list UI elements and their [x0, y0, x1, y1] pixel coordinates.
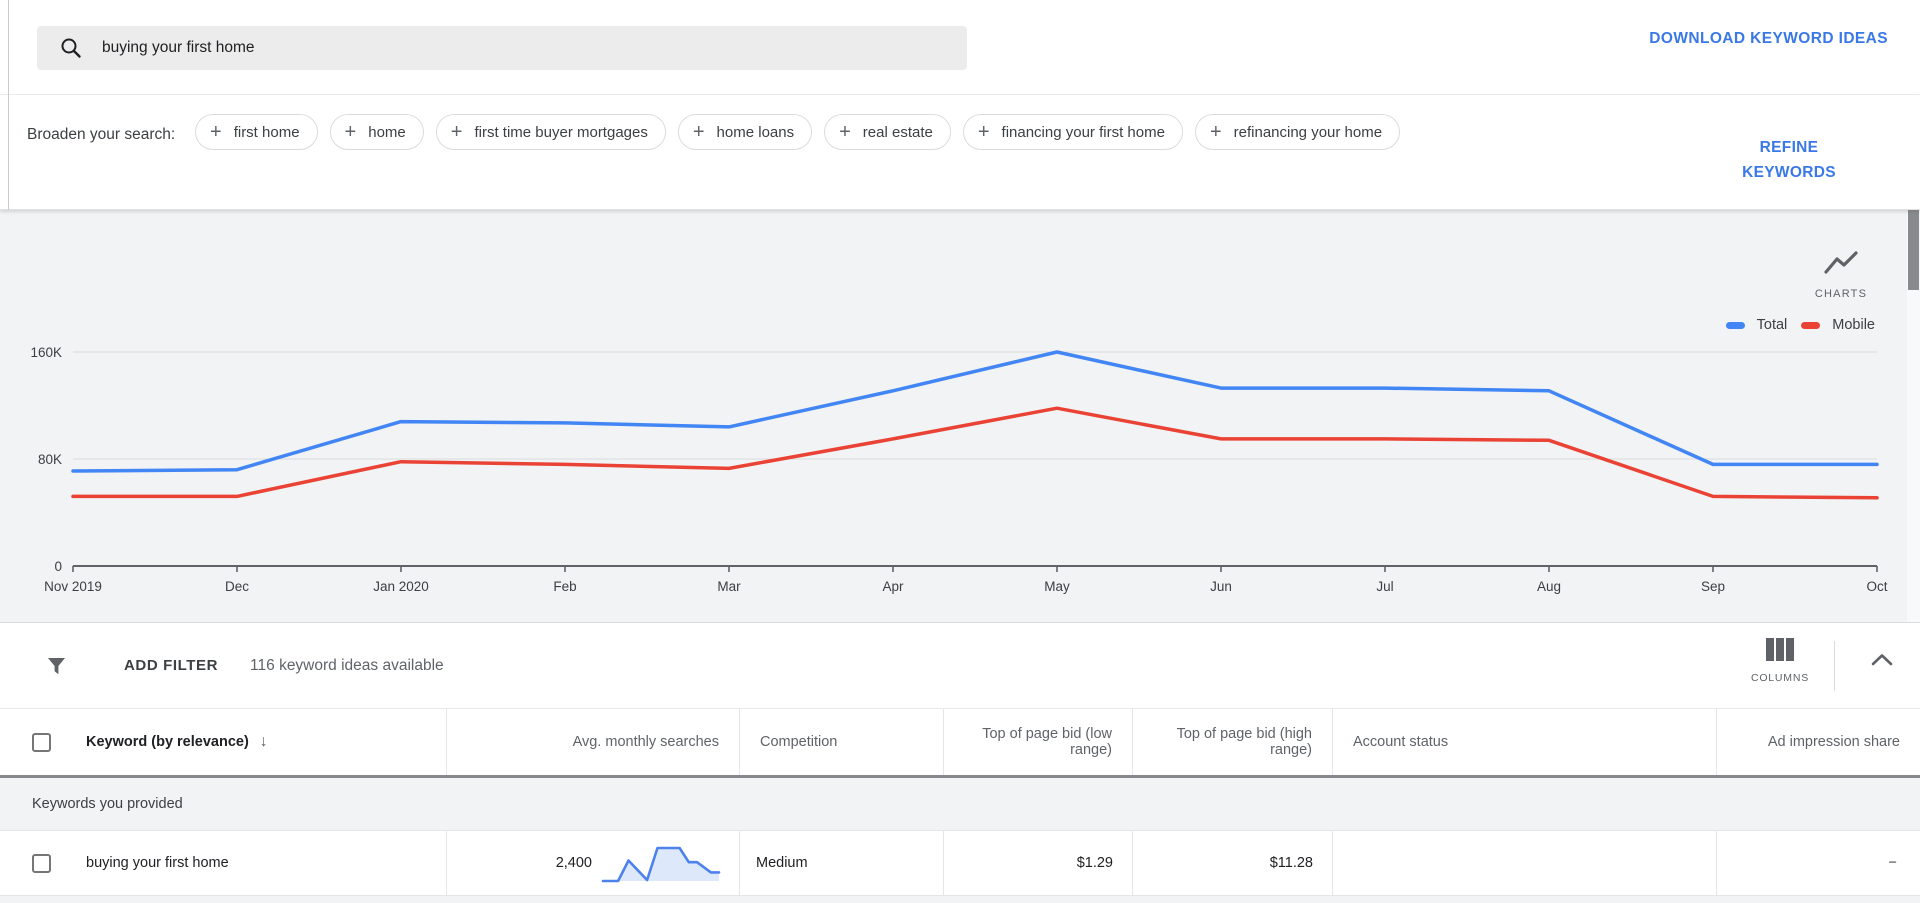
- keyword-ideas-count: 116 keyword ideas available: [250, 657, 444, 675]
- account-status-cell: [1332, 831, 1716, 895]
- chip-label: refinancing your home: [1234, 124, 1382, 141]
- search-volume-line-chart: 0 80K 160K Nov 2019 Dec Jan 2020 Feb Mar Apr May J…: [0, 210, 1920, 622]
- mobile-series-swatch: [1801, 322, 1820, 329]
- plus-icon: +: [978, 122, 990, 142]
- header-keyword[interactable]: Keyword (by relevance) ↓: [0, 709, 446, 775]
- legend-item-mobile[interactable]: Mobile: [1801, 317, 1875, 333]
- plus-icon: +: [1210, 122, 1222, 142]
- keyword-text: buying your first home: [86, 855, 229, 871]
- columns-icon: [1765, 638, 1795, 661]
- header-avg-monthly-searches[interactable]: Avg. monthly searches: [446, 709, 739, 775]
- chip-financing-your-first-home[interactable]: + financing your first home: [963, 114, 1183, 150]
- toolbar-divider: [1834, 641, 1835, 691]
- charts-button[interactable]: CHARTS: [1802, 250, 1880, 300]
- refine-keywords-link[interactable]: REFINE KEYWORDS: [1728, 135, 1850, 185]
- svg-text:Jul: Jul: [1376, 579, 1393, 594]
- svg-text:Feb: Feb: [553, 579, 576, 594]
- bid-high-cell: $11.28: [1132, 831, 1332, 895]
- chip-label: home: [368, 124, 406, 141]
- avg-monthly-searches-value: 2,400: [556, 855, 592, 871]
- svg-text:Nov 2019: Nov 2019: [44, 579, 102, 594]
- svg-text:Dec: Dec: [225, 579, 249, 594]
- keyword-row: buying your first home 2,400 Medium $1.2…: [0, 831, 1920, 896]
- trend-chart-section: 0 80K 160K Nov 2019 Dec Jan 2020 Feb Mar Apr May J…: [0, 210, 1920, 622]
- chip-home[interactable]: + home: [330, 114, 424, 150]
- plus-icon: +: [451, 122, 463, 142]
- row-checkbox[interactable]: [32, 854, 51, 873]
- chip-label: first time buyer mortgages: [474, 124, 647, 141]
- charts-icon: [1823, 250, 1859, 276]
- broaden-search-section: Broaden your search: + first home + home +…: [0, 95, 1920, 210]
- competition-cell: Medium: [739, 831, 943, 895]
- filter-bar: ADD FILTER 116 keyword ideas available C…: [0, 622, 1920, 708]
- search-trend-sparkline: [599, 840, 723, 886]
- svg-text:Jun: Jun: [1210, 579, 1232, 594]
- chip-label: home loans: [717, 124, 795, 141]
- keyword-chips: + first home + home + first time buyer mort…: [195, 95, 1495, 209]
- header-competition[interactable]: Competition: [739, 709, 943, 775]
- svg-text:Jan 2020: Jan 2020: [373, 579, 429, 594]
- legend-label-total: Total: [1757, 317, 1788, 333]
- columns-label: COLUMNS: [1744, 672, 1816, 684]
- sort-descending-icon: ↓: [260, 733, 268, 751]
- keyword-cell: buying your first home: [0, 831, 446, 895]
- search-icon: [60, 37, 82, 59]
- broaden-search-label: Broaden your search:: [0, 95, 195, 209]
- svg-text:Apr: Apr: [882, 579, 904, 594]
- svg-text:160K: 160K: [30, 345, 62, 360]
- header-top-of-page-bid-high[interactable]: Top of page bid (high range): [1132, 709, 1332, 775]
- select-all-checkbox[interactable]: [32, 733, 51, 752]
- svg-text:Aug: Aug: [1537, 579, 1561, 594]
- search-bar-section: DOWNLOAD KEYWORD IDEAS: [0, 0, 1920, 95]
- chip-refinancing-your-home[interactable]: + refinancing your home: [1195, 114, 1400, 150]
- filter-funnel-icon: [47, 657, 66, 675]
- download-keyword-ideas-link[interactable]: DOWNLOAD KEYWORD IDEAS: [1649, 30, 1888, 48]
- next-section-edge: [0, 896, 1920, 903]
- svg-text:Mar: Mar: [717, 579, 741, 594]
- chart-legend: Total Mobile: [1726, 317, 1875, 333]
- plus-icon: +: [693, 122, 705, 142]
- search-input[interactable]: [102, 39, 902, 57]
- legend-item-total[interactable]: Total: [1726, 317, 1788, 333]
- chip-first-time-buyer-mortgages[interactable]: + first time buyer mortgages: [436, 114, 666, 150]
- side-panel-edge: [8, 0, 9, 210]
- svg-text:Sep: Sep: [1701, 579, 1725, 594]
- columns-button[interactable]: COLUMNS: [1744, 638, 1816, 684]
- bid-low-cell: $1.29: [943, 831, 1132, 895]
- chip-real-estate[interactable]: + real estate: [824, 114, 951, 150]
- total-series-swatch: [1726, 322, 1745, 329]
- keywords-table-header: Keyword (by relevance) ↓ Avg. monthly se…: [0, 708, 1920, 778]
- header-keyword-label: Keyword (by relevance): [86, 734, 249, 750]
- legend-label-mobile: Mobile: [1832, 317, 1875, 333]
- svg-text:Oct: Oct: [1866, 579, 1887, 594]
- scrollbar-thumb[interactable]: [1908, 210, 1919, 290]
- svg-text:May: May: [1044, 579, 1070, 594]
- keyword-search-box[interactable]: [37, 26, 967, 70]
- ad-impression-share-cell: −: [1716, 831, 1920, 895]
- header-account-status[interactable]: Account status: [1332, 709, 1716, 775]
- vertical-scrollbar[interactable]: [1907, 210, 1920, 622]
- avg-monthly-searches-cell: 2,400: [446, 831, 739, 895]
- svg-text:0: 0: [54, 559, 62, 574]
- plus-icon: +: [345, 122, 357, 142]
- collapse-chevron-up-icon[interactable]: [1870, 653, 1894, 666]
- add-filter-button[interactable]: ADD FILTER: [124, 657, 218, 674]
- group-row-keywords-you-provided: Keywords you provided: [0, 778, 1920, 831]
- chip-first-home[interactable]: + first home: [195, 114, 318, 150]
- header-ad-impression-share[interactable]: Ad impression share: [1716, 709, 1920, 775]
- plus-icon: +: [210, 122, 222, 142]
- header-top-of-page-bid-low[interactable]: Top of page bid (low range): [943, 709, 1132, 775]
- svg-text:80K: 80K: [38, 452, 62, 467]
- chip-label: first home: [234, 124, 300, 141]
- charts-label: CHARTS: [1802, 288, 1880, 300]
- chip-label: financing your first home: [1002, 124, 1165, 141]
- chip-home-loans[interactable]: + home loans: [678, 114, 812, 150]
- plus-icon: +: [839, 122, 851, 142]
- chip-label: real estate: [863, 124, 933, 141]
